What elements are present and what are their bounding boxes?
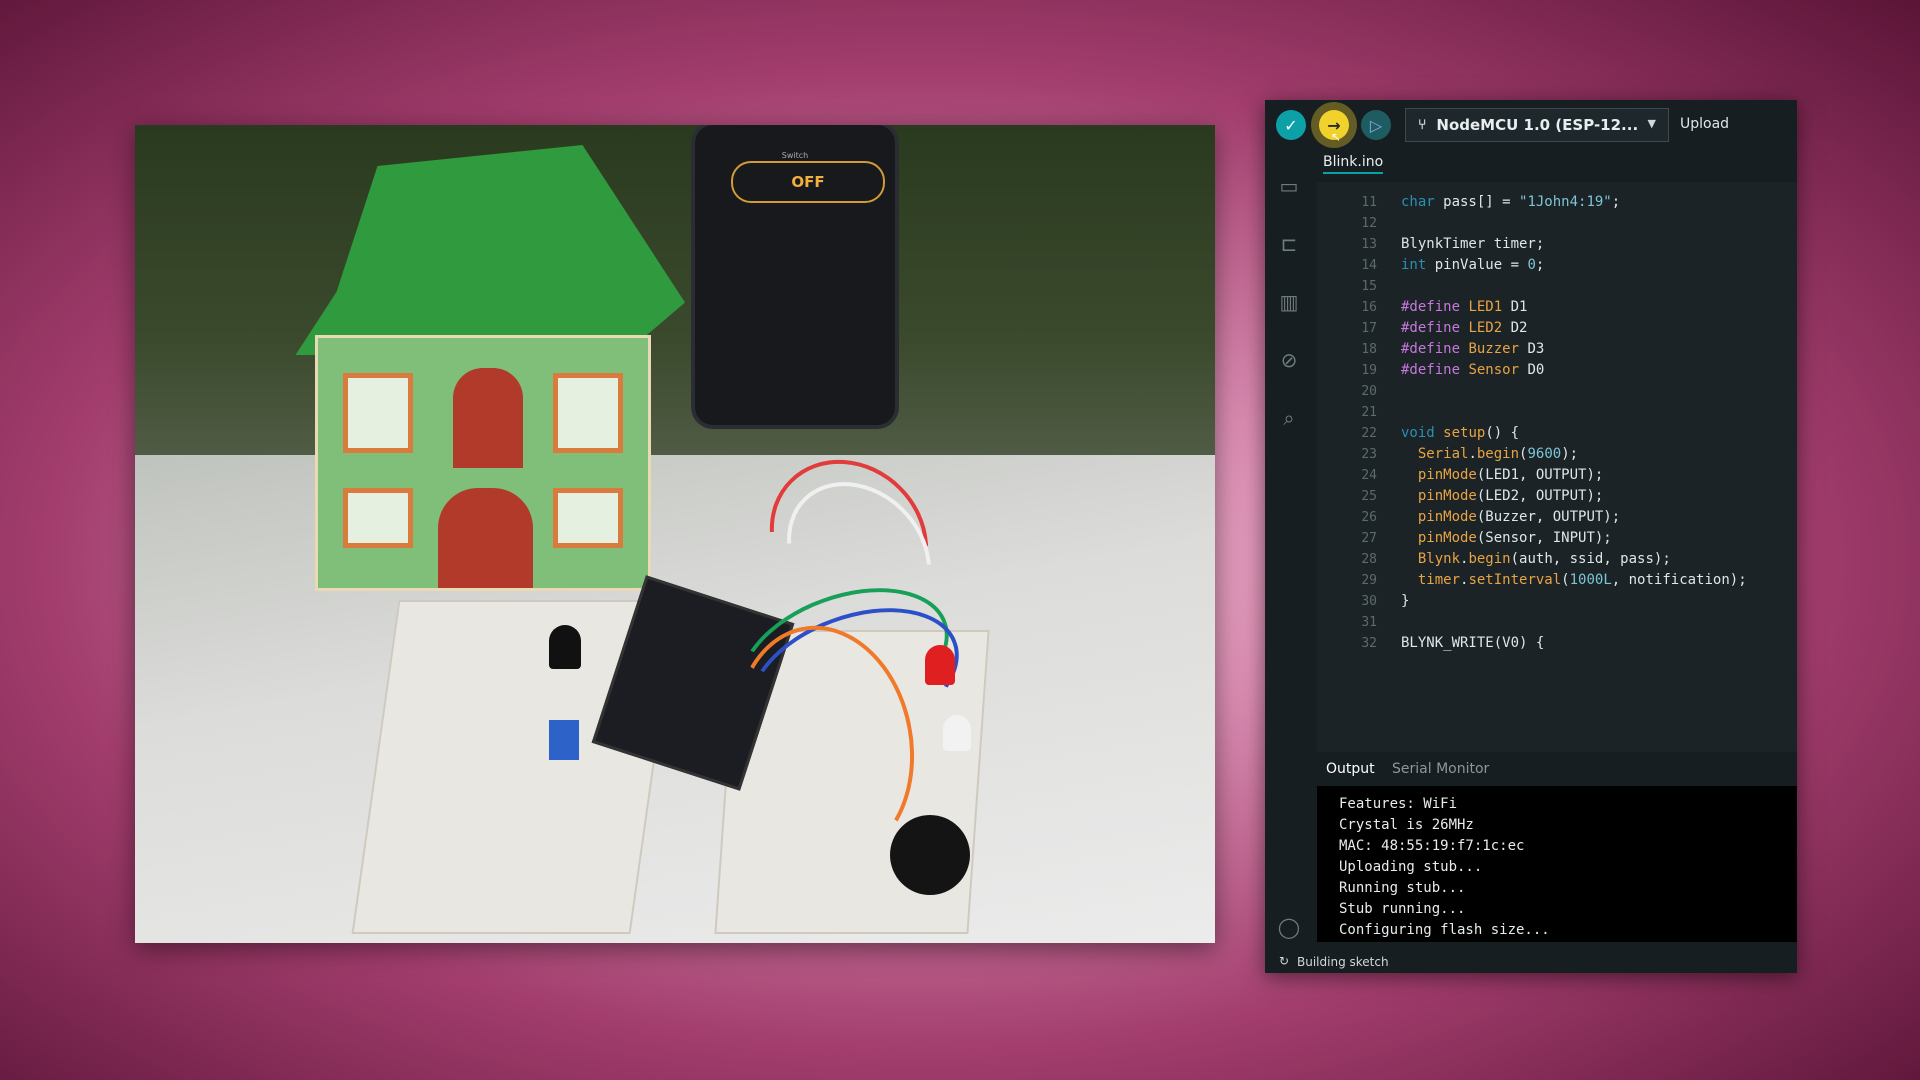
line-number: 20 (1361, 384, 1377, 399)
line-number: 14 (1361, 258, 1377, 273)
code-text: #define LED1 D1 (1401, 299, 1528, 315)
model-house (275, 145, 685, 591)
tab-serial-monitor[interactable]: Serial Monitor (1392, 761, 1489, 777)
verify-icon: ✓ (1284, 115, 1298, 135)
output-console: Features: WiFi Crystal is 26MHz MAC: 48:55… (1317, 786, 1797, 942)
board-selector[interactable]: ⑂ NodeMCU 1.0 (ESP-12... ▼ (1405, 108, 1669, 142)
line-number: 12 (1361, 216, 1377, 231)
status-bar: ↻ Building sketch (1265, 950, 1797, 973)
usb-icon: ⑂ (1418, 117, 1427, 133)
line-number: 11 (1361, 195, 1377, 210)
code-text: pinMode(Buzzer, OUTPUT); (1417, 509, 1621, 525)
line-number: 19 (1361, 363, 1377, 378)
debug-button[interactable]: ▷ (1361, 110, 1391, 140)
code-text: timer.setInterval(1000L, notification); (1417, 572, 1747, 588)
red-led (925, 645, 955, 685)
line-number: 23 (1361, 447, 1377, 462)
ide-sidebar: ▭ ⊏ ▥ ⊘ ⌕ ◯ (1265, 150, 1313, 973)
board-name: NodeMCU 1.0 (ESP-12... (1436, 116, 1639, 134)
line-number: 21 (1361, 405, 1377, 420)
line-number: 17 (1361, 321, 1377, 336)
line-number: 25 (1361, 489, 1377, 504)
house-window (343, 488, 413, 548)
status-text: Building sketch (1297, 955, 1389, 969)
code-text: BlynkTimer timer; (1401, 236, 1545, 252)
code-editor[interactable]: 11 char pass[] = "1John4:19"; 12 13 BlynkTim… (1317, 182, 1797, 752)
console-line: Features: WiFi (1339, 796, 1458, 812)
board-icon[interactable]: ⊏ (1277, 232, 1301, 256)
console-line: Auto-detected Flash size: 4MB (1339, 941, 1583, 942)
file-tab-blink[interactable]: Blink.ino (1323, 154, 1384, 174)
house-roof (295, 145, 685, 355)
output-tabs: Output Serial Monitor (1317, 752, 1797, 786)
code-text: Blynk.begin(auth, ssid, pass); (1417, 551, 1671, 567)
house-window (343, 373, 413, 453)
code-text: Serial.begin(9600); (1417, 446, 1579, 462)
code-text: int pinValue = 0; (1401, 257, 1545, 273)
search-icon[interactable]: ⌕ (1277, 406, 1301, 430)
code-text: #define Sensor D0 (1401, 362, 1545, 378)
code-text: #define Buzzer D3 (1401, 341, 1545, 357)
code-text: pinMode(LED2, OUTPUT); (1417, 488, 1604, 504)
code-text: pinMode(Sensor, INPUT); (1417, 530, 1612, 546)
buzzer (890, 815, 970, 895)
line-number: 24 (1361, 468, 1377, 483)
tab-output[interactable]: Output (1326, 761, 1375, 777)
console-line: Running stub... (1339, 880, 1466, 896)
line-number: 22 (1361, 426, 1377, 441)
chevron-down-icon: ▼ (1647, 117, 1656, 130)
console-line: Stub running... (1339, 901, 1466, 917)
line-number: 28 (1361, 552, 1377, 567)
line-number: 30 (1361, 594, 1377, 609)
account-icon[interactable]: ◯ (1277, 915, 1301, 939)
arduino-ide-window: ✓ → ▷ ↖ ⑂ NodeMCU 1.0 (ESP-12... ▼ Uploa… (1265, 100, 1797, 973)
console-line: Uploading stub... (1339, 859, 1483, 875)
verify-button[interactable]: ✓ (1276, 110, 1306, 140)
code-text: } (1401, 593, 1410, 609)
console-line: Configuring flash size... (1339, 922, 1550, 938)
ide-toolbar: ✓ → ▷ ↖ ⑂ NodeMCU 1.0 (ESP-12... ▼ Uploa… (1265, 100, 1797, 150)
line-number: 15 (1361, 279, 1377, 294)
debug-icon: ▷ (1369, 115, 1383, 135)
library-icon[interactable]: ▥ (1277, 290, 1301, 314)
spinner-icon: ↻ (1279, 954, 1290, 968)
console-line: Crystal is 26MHz (1339, 817, 1474, 833)
code-text: char pass[] = "1John4:19"; (1401, 194, 1621, 210)
house-window (553, 373, 623, 453)
mouse-cursor-icon: ↖ (1331, 130, 1342, 144)
circuit-photo: Switch OFF (135, 125, 1215, 943)
code-text: #define LED2 D2 (1401, 320, 1528, 336)
blynk-switch-button: OFF (731, 161, 885, 203)
white-led (943, 715, 971, 751)
switch-caption: Switch (781, 151, 809, 160)
line-number: 13 (1361, 237, 1377, 252)
house-body (315, 335, 651, 591)
line-number: 31 (1361, 615, 1377, 630)
line-number: 29 (1361, 573, 1377, 588)
console-line: MAC: 48:55:19:f7:1c:ec (1339, 838, 1525, 854)
line-number: 32 (1361, 636, 1377, 651)
house-window (553, 488, 623, 548)
potentiometer (549, 720, 579, 760)
smartphone: Switch OFF (695, 125, 895, 425)
folder-icon[interactable]: ▭ (1277, 174, 1301, 198)
ir-sensor (549, 625, 581, 669)
line-number: 18 (1361, 342, 1377, 357)
line-number: 16 (1361, 300, 1377, 315)
code-text: void setup() { (1401, 425, 1520, 441)
line-number: 27 (1361, 531, 1377, 546)
house-main-door (438, 488, 533, 588)
upload-tooltip: Upload (1680, 116, 1730, 132)
line-number: 26 (1361, 510, 1377, 525)
house-door (453, 368, 523, 468)
debug-sidebar-icon[interactable]: ⊘ (1277, 348, 1301, 372)
code-text: pinMode(LED1, OUTPUT); (1417, 467, 1604, 483)
code-text: BLYNK_WRITE(V0) { (1401, 635, 1545, 651)
